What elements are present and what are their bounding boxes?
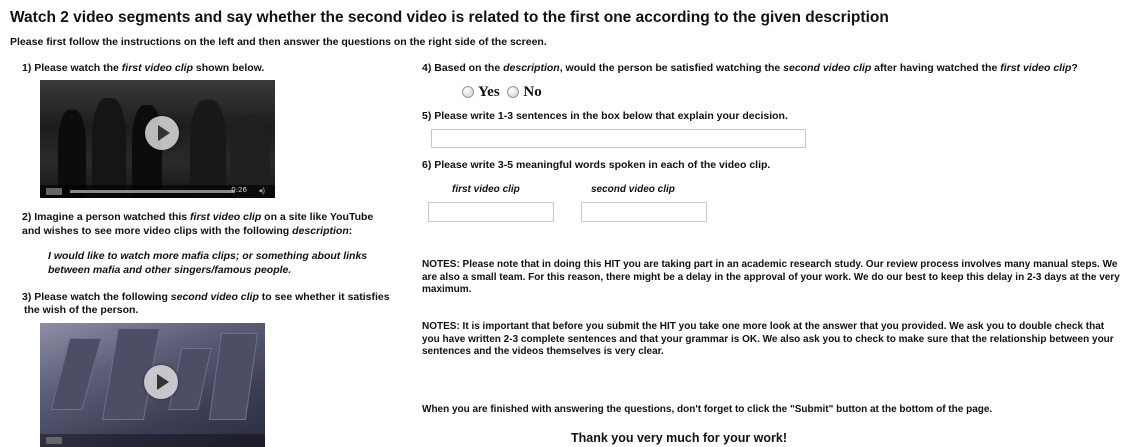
first-video-player[interactable]: 0:26 ◂) [40,80,275,198]
question-2-emphasis: first video clip [190,211,262,223]
question-3-emphasis: second video clip [170,291,259,303]
first-clip-words-label: first video clip [452,184,520,195]
thank-you-message: Thank you very much for your work! [571,431,788,445]
page-subtitle: Please first follow the instructions on … [10,36,547,48]
play-button[interactable] [145,116,179,150]
q4-part-2: , would the person be satisfied watching… [559,62,784,74]
q4-part-3: after having watched the [871,62,1001,74]
description-line-2: between mafia and other singers/famous p… [48,264,292,276]
yes-label[interactable]: Yes [478,84,500,100]
video-controls-2[interactable] [40,434,265,447]
question-4-label: 4) Based on the description, would the p… [422,62,1078,76]
question-2-line2-end: : [348,225,353,237]
description-line-1: I would like to watch more mafia clips; … [48,250,368,262]
q4-emphasis-1: description [503,62,560,74]
question-2-line-2: and wishes to see more video clips with … [22,225,352,239]
seek-bar[interactable] [70,190,235,193]
yes-radio[interactable] [462,85,474,98]
video-time: 0:26 [231,186,247,194]
question-3-line-1: 3) Please watch the following second vid… [22,291,390,305]
q4-emphasis-3: first video clip [1000,62,1072,74]
question-1-text-end: shown below. [192,62,265,74]
video-controls[interactable]: 0:26 ◂) [40,185,275,198]
play-button-2[interactable] [144,365,178,399]
question-5-label: 5) Please write 1-3 sentences in the box… [422,110,788,122]
question-2-line2-emphasis: description [292,225,349,237]
question-3-text-end: to see whether it satisfies [258,291,390,303]
play-pause-icon[interactable] [46,188,62,195]
question-2-text: 2) Imagine a person watched this [22,211,191,223]
no-label[interactable]: No [523,84,541,100]
question-2-line-1: 2) Imagine a person watched this first v… [22,211,373,225]
finish-note: When you are finished with answering the… [422,404,993,415]
question-6-label: 6) Please write 3-5 meaningful words spo… [422,159,771,171]
second-video-player[interactable] [40,323,265,447]
page-title: Watch 2 video segments and say whether t… [10,9,889,26]
question-2-text-end: on a site like YouTube [261,211,374,223]
note-check-answer: NOTES: It is important that before you s… [422,321,1114,357]
second-clip-words-label: second video clip [591,184,675,195]
first-clip-words-input[interactable] [428,202,554,222]
play-pause-icon-2[interactable] [46,437,62,444]
question-1-emphasis: first video clip [121,62,193,74]
question-1-label: 1) Please watch the first video clip sho… [22,62,264,76]
question-2-line2-text: and wishes to see more video clips with … [22,225,293,237]
description-text: I would like to watch more mafia clips; … [48,249,367,277]
note-review-delay: NOTES: Please note that in doing this HI… [422,259,1120,295]
no-radio[interactable] [507,85,520,98]
q4-emphasis-2: second video clip [783,62,872,74]
volume-icon[interactable]: ◂) [258,186,265,195]
question-3-line-2: the wish of the person. [24,304,139,316]
q4-part-1: 4) Based on the [422,62,504,74]
question-1-text: 1) Please watch the [22,62,122,74]
question-3-text: 3) Please watch the following [22,291,171,303]
second-clip-words-input[interactable] [581,202,707,222]
yes-no-group: Yes No [462,84,542,101]
explanation-input[interactable] [431,129,806,148]
q4-part-4: ? [1071,62,1078,74]
